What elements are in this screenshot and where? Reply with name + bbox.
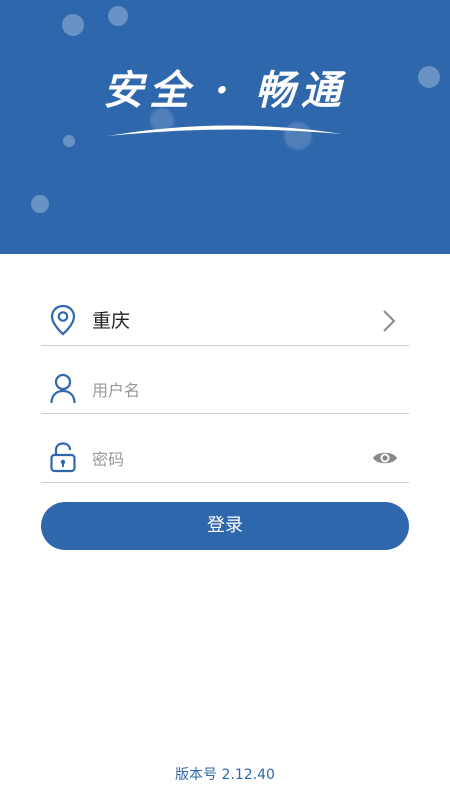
password-placeholder: 密码 (92, 450, 125, 469)
login-button[interactable]: 登录 (41, 502, 409, 550)
header-banner: 安全 · 畅通 (0, 0, 450, 254)
decor-bubble (31, 195, 49, 213)
region-select[interactable]: 重庆 (41, 300, 409, 346)
slogan-title: 安全 · 畅通 (103, 67, 347, 114)
chevron-right-icon (383, 310, 396, 332)
region-value: 重庆 (92, 310, 131, 332)
slogan-underline-swoosh (108, 125, 342, 136)
username-placeholder: 用户名 (92, 381, 141, 400)
decor-bubble (62, 14, 84, 36)
location-pin-icon (50, 304, 76, 336)
username-field[interactable]: 用户名 (41, 368, 409, 414)
decor-bubble (108, 6, 128, 26)
version-label: 版本号 2.12.40 (175, 767, 275, 783)
lock-icon (50, 442, 76, 473)
user-icon (50, 373, 76, 404)
password-field[interactable]: 密码 (41, 437, 409, 483)
eye-icon[interactable] (372, 449, 398, 467)
